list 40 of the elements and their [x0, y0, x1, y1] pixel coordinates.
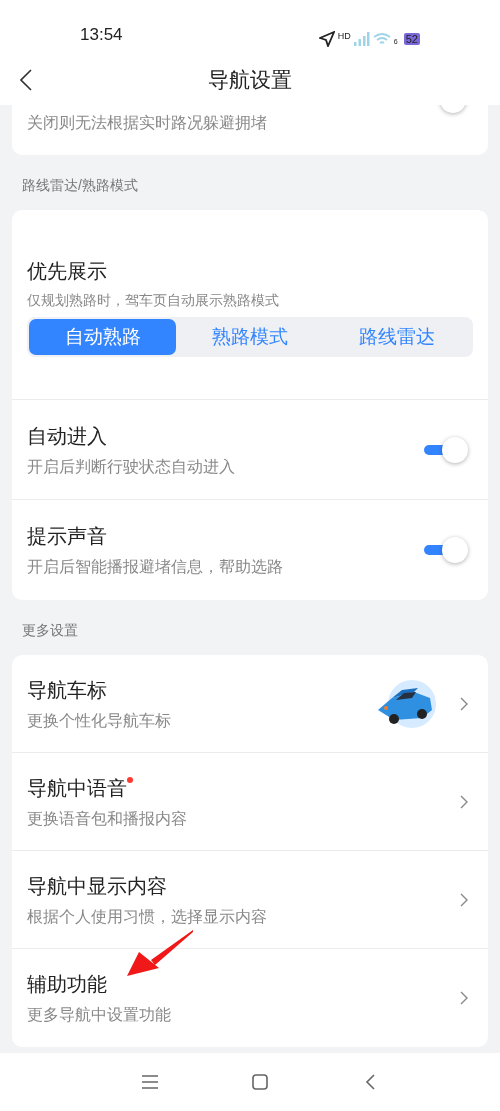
segment-tab[interactable]: 自动熟路 [29, 319, 177, 355]
network-label: HD [337, 31, 351, 41]
row-subtitle: 仅规划熟路时，驾车页自动展示熟路模式 [27, 291, 280, 310]
back-icon [365, 1074, 375, 1090]
row-title: 提示声音 [27, 524, 107, 549]
home-icon [252, 1074, 268, 1090]
menu-button[interactable] [140, 1072, 160, 1092]
row-title: 导航车标 [27, 677, 107, 703]
menu-icon [141, 1075, 159, 1089]
chevron-right-icon [460, 696, 468, 711]
battery-level: 52 [403, 33, 420, 45]
segment-tab[interactable]: 熟路模式 [176, 319, 324, 355]
toggle-switch[interactable] [422, 536, 468, 564]
home-button[interactable] [250, 1072, 270, 1092]
status-time: 13:54 [80, 23, 123, 46]
signal-icon [353, 32, 370, 46]
row-title: 自动进入 [27, 423, 107, 449]
row-title: 导航中显示内容 [27, 873, 167, 899]
segment-tab[interactable]: 路线雷达 [323, 319, 471, 355]
pointer-arrow [125, 928, 195, 978]
wifi-icon [372, 32, 391, 46]
row-title: 导航中语音 [27, 775, 127, 801]
page-title: 导航设置 [208, 67, 292, 94]
section-heading: 路线雷达/熟路模式 [21, 175, 139, 195]
chevron-right-icon [460, 794, 468, 809]
row-title: 优先展示 [27, 259, 108, 284]
row-subtitle: 关闭则无法根据实时路况躲避拥堵 [27, 113, 267, 133]
toggle-switch[interactable] [422, 435, 468, 464]
chevron-right-icon [460, 892, 468, 907]
row-subtitle: 更换个性化导航车标 [27, 710, 172, 731]
row-subtitle: 开启后智能播报避堵信息，帮助选路 [27, 557, 284, 577]
location-arrow-icon [318, 31, 335, 47]
row-subtitle: 更换语音包和播报内容 [27, 808, 188, 829]
row-subtitle: 根据个人使用习惯，选择显示内容 [27, 906, 268, 927]
row-title: 辅助功能 [27, 972, 107, 997]
chevron-right-icon [460, 991, 468, 1005]
back-icon [20, 69, 32, 91]
row-subtitle: 开启后判断行驶状态自动进入 [27, 456, 236, 477]
section-heading: 更多设置 [21, 620, 79, 640]
row-subtitle: 更多导航中设置功能 [27, 1005, 172, 1025]
